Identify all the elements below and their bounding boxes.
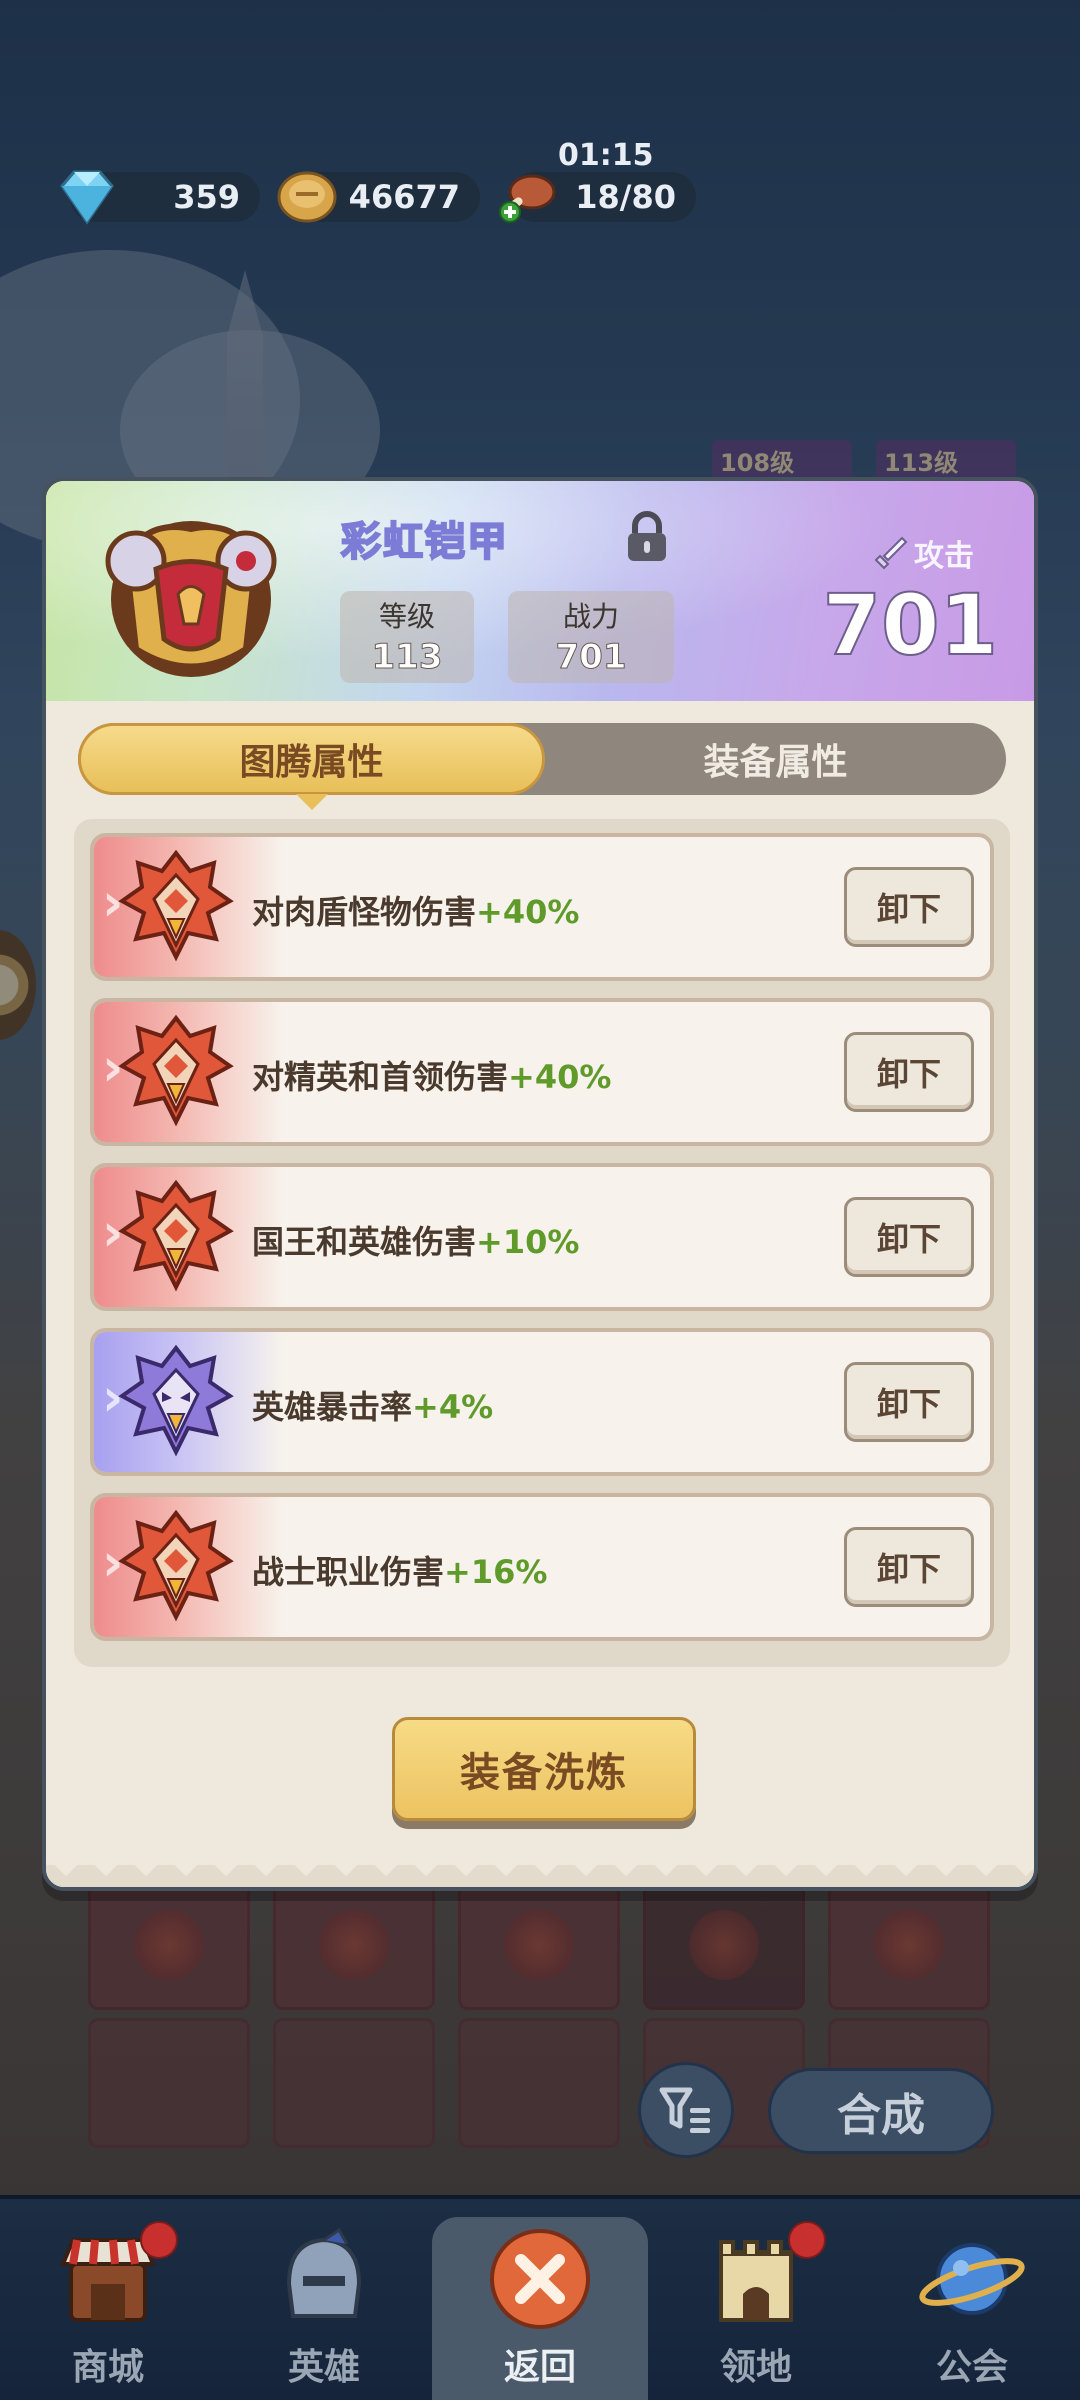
attack-label: 攻击 [914, 539, 974, 574]
nav-shop[interactable]: 商城 [0, 2199, 216, 2400]
coin-counter: 46677 [277, 171, 480, 223]
notification-badge [788, 2221, 826, 2259]
diamond-icon [60, 170, 114, 225]
level-label: 等级 [378, 600, 435, 633]
close-icon [490, 2229, 590, 2329]
unequip-button[interactable]: 卸下 [844, 1362, 974, 1442]
attribute-bonus: +4% [412, 1388, 494, 1426]
list-item: › 英雄暴击率+4% 卸下 [90, 1328, 994, 1476]
stamina-counter[interactable]: 18/80 [499, 172, 696, 223]
equipment-detail-modal: 彩虹铠甲 等级 113 战力 701 攻击 701 图腾属性 装备属性 › 对肉… [42, 477, 1038, 1891]
list-item: › 对精英和首领伤害+40% 卸下 [90, 998, 994, 1146]
planet-icon [919, 2243, 1025, 2315]
attribute-bonus: +40% [508, 1058, 612, 1096]
lock-icon[interactable] [624, 511, 670, 563]
merge-button[interactable]: 合成 [768, 2068, 994, 2154]
attribute-description: 国王和英雄伤害+10% [252, 1223, 580, 1261]
tab-equipment-attributes[interactable]: 装备属性 [545, 723, 1006, 795]
stamina-timer: 01:15 [558, 138, 654, 173]
attribute-tabs: 图腾属性 装备属性 [78, 723, 1006, 795]
purple-eagle-totem-icon [118, 1344, 234, 1457]
attribute-description: 英雄暴击率+4% [252, 1388, 494, 1426]
attribute-description: 战士职业伤害+16% [252, 1553, 548, 1591]
unequip-button[interactable]: 卸下 [844, 1197, 974, 1277]
attack-value: 701 [822, 575, 999, 675]
meat-plus-icon [499, 174, 556, 223]
coin-icon [277, 171, 337, 223]
nav-heroes[interactable]: 英雄 [216, 2199, 432, 2400]
nav-label: 英雄 [287, 2347, 360, 2388]
hero-helmet-icon [286, 2227, 362, 2318]
attribute-bonus: +10% [476, 1223, 580, 1261]
list-item: › 对肉盾怪物伤害+40% 卸下 [90, 833, 994, 981]
unequip-button[interactable]: 卸下 [844, 867, 974, 947]
red-eagle-totem-icon [118, 1179, 234, 1292]
nav-label: 公会 [935, 2347, 1008, 2388]
attack-label-group: 攻击 [874, 531, 974, 575]
attribute-description: 对肉盾怪物伤害+40% [252, 893, 580, 931]
filter-icon [659, 2087, 710, 2133]
list-item: › 国王和英雄伤害+10% 卸下 [90, 1163, 994, 1311]
filter-button[interactable] [638, 2062, 734, 2158]
rainbow-armor-icon [105, 521, 277, 677]
power-label: 战力 [562, 600, 619, 633]
unequip-button[interactable]: 卸下 [844, 1032, 974, 1112]
level-stat: 等级 113 [340, 591, 474, 683]
nav-label: 返回 [503, 2347, 576, 2388]
red-eagle-totem-icon [118, 1509, 234, 1622]
list-item: › 战士职业伤害+16% 卸下 [90, 1493, 994, 1641]
nav-label: 领地 [719, 2347, 792, 2388]
nav-territory[interactable]: 领地 [648, 2199, 864, 2400]
nav-back[interactable]: 返回 [432, 2217, 648, 2400]
nav-label: 商城 [71, 2347, 144, 2388]
red-eagle-totem-icon [118, 849, 234, 962]
level-value: 113 [371, 637, 443, 678]
sword-icon [874, 536, 908, 570]
power-stat: 战力 701 [508, 591, 674, 683]
item-name: 彩虹铠甲 [340, 518, 509, 566]
red-eagle-totem-icon [118, 1014, 234, 1127]
unequip-button[interactable]: 卸下 [844, 1527, 974, 1607]
zigzag-edge [46, 1865, 1034, 1887]
bottom-nav: 商城 英雄 返回 领地 公会 [0, 2195, 1080, 2400]
attribute-bonus: +16% [444, 1553, 548, 1591]
power-value: 701 [555, 637, 627, 678]
tab-totem-attributes[interactable]: 图腾属性 [78, 723, 545, 795]
attribute-bonus: +40% [476, 893, 580, 931]
coin-count: 46677 [348, 178, 460, 216]
reforge-equipment-button[interactable]: 装备洗炼 [392, 1717, 696, 1821]
notification-badge [140, 2221, 178, 2259]
attribute-description: 对精英和首领伤害+40% [252, 1058, 612, 1096]
stamina-count: 18/80 [575, 178, 676, 216]
totem-attribute-list: › 对肉盾怪物伤害+40% 卸下 › 对精英和首领伤害+40% 卸下 › 国王和… [74, 819, 1010, 1667]
nav-guild[interactable]: 公会 [864, 2199, 1080, 2400]
gem-counter: 359 [60, 170, 260, 225]
gem-count: 359 [173, 178, 240, 216]
